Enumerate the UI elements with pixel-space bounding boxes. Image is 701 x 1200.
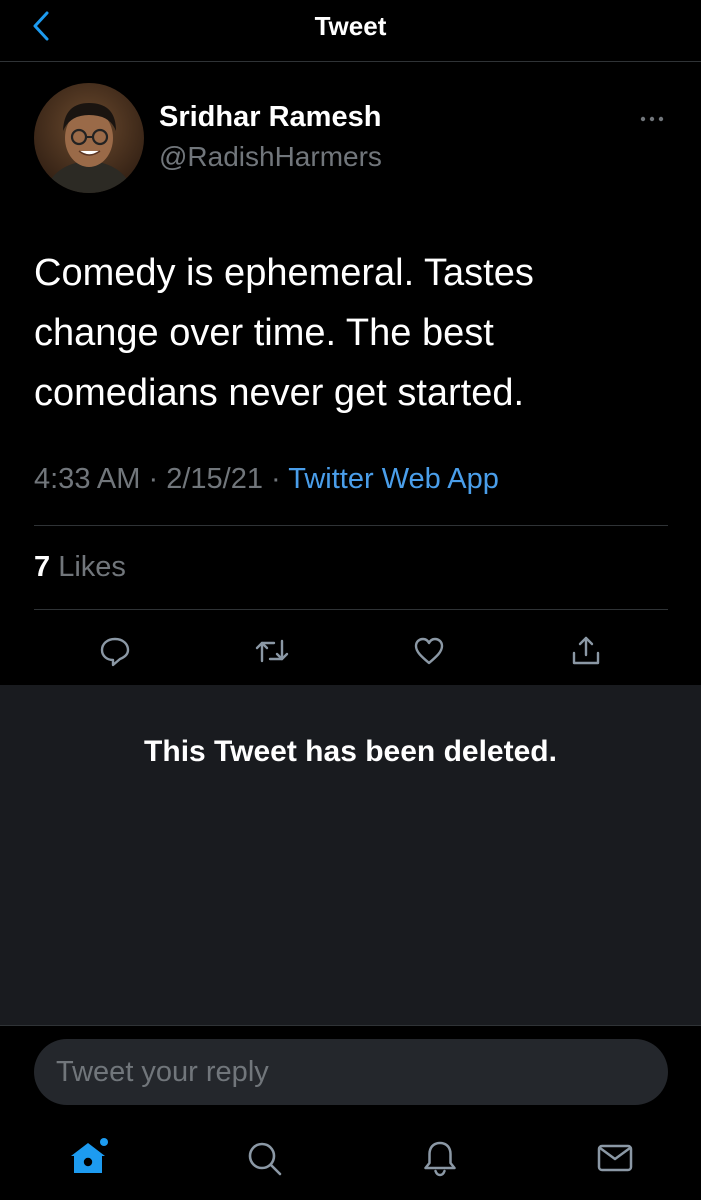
likes-number: 7 (34, 551, 51, 583)
tab-home[interactable] (66, 1136, 110, 1180)
author-name[interactable]: Sridhar Ramesh (159, 101, 381, 134)
meta-separator: · (148, 463, 159, 495)
tweet-date: 2/15/21 (166, 463, 263, 495)
tweet-actions (0, 628, 701, 674)
author-handle[interactable]: @RadishHarmers (159, 141, 382, 173)
deleted-tweet-message: This Tweet has been deleted. (144, 735, 557, 768)
page-title: Tweet (314, 11, 387, 41)
like-button[interactable] (406, 628, 452, 674)
bottom-tab-bar (0, 1128, 701, 1188)
reply-input[interactable] (34, 1039, 668, 1105)
tweet: Sridhar Ramesh @RadishHarmers Comedy is … (0, 63, 701, 685)
likes-count[interactable]: 7 Likes (34, 551, 126, 584)
deleted-tweet-panel: This Tweet has been deleted. (0, 685, 701, 1025)
tweet-text: Comedy is ephemeral. Tastes change over … (34, 252, 534, 414)
like-icon (414, 637, 444, 665)
share-icon (572, 636, 600, 665)
home-icon (71, 1138, 108, 1173)
retweet-icon (255, 639, 289, 663)
reply-button[interactable] (92, 628, 138, 674)
avatar[interactable] (34, 83, 144, 193)
likes-label: Likes (58, 551, 126, 583)
tab-search[interactable] (242, 1136, 286, 1180)
tab-notifications[interactable] (418, 1136, 462, 1180)
reply-icon (100, 637, 130, 667)
more-options-button[interactable] (636, 111, 668, 127)
top-nav-bar: Tweet (0, 0, 701, 62)
more-icon (640, 116, 664, 122)
tweet-time: 4:33 AM (34, 463, 141, 495)
tweet-meta: 4:33 AM · 2/15/21 · Twitter Web App (34, 463, 499, 496)
retweet-button[interactable] (249, 628, 295, 674)
messages-icon (597, 1144, 633, 1172)
notifications-icon (424, 1141, 456, 1177)
divider (34, 609, 668, 610)
search-icon (248, 1142, 282, 1176)
tweet-source-link[interactable]: Twitter Web App (288, 463, 499, 495)
divider (34, 525, 668, 526)
meta-separator: · (271, 463, 281, 495)
tab-messages[interactable] (593, 1136, 637, 1180)
share-button[interactable] (563, 628, 609, 674)
